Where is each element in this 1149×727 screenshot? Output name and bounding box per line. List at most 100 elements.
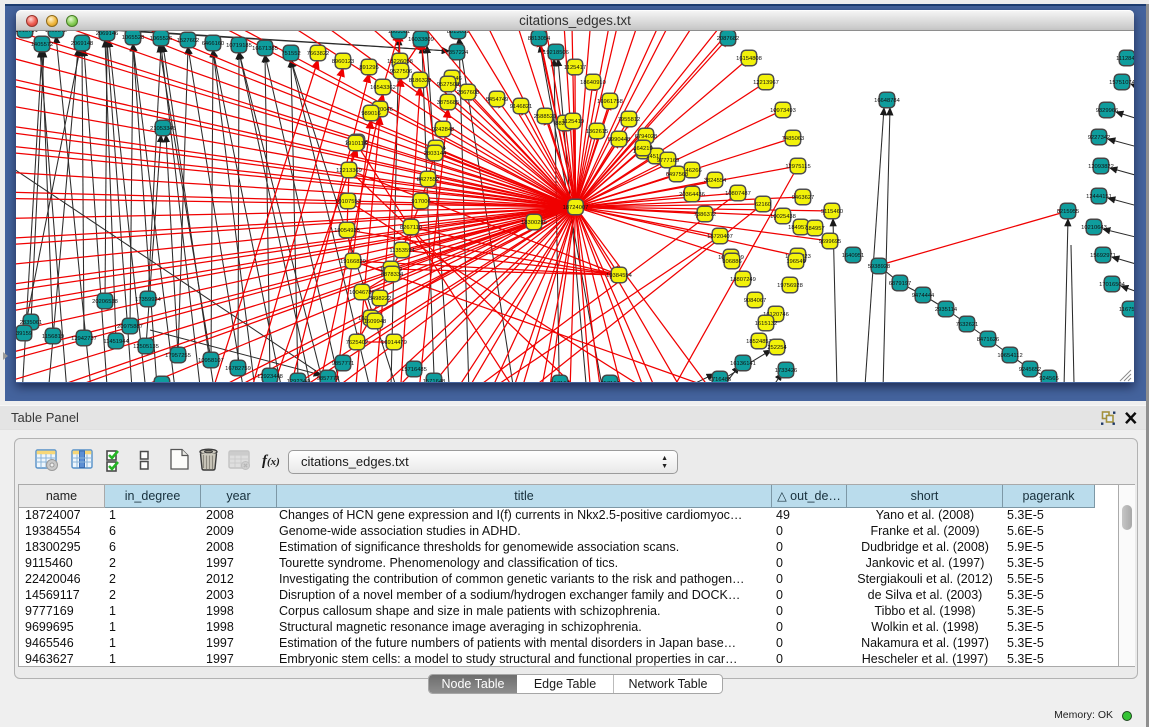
svg-text:9857772: 9857772 — [317, 376, 340, 382]
svg-text:11353594: 11353594 — [389, 248, 415, 254]
svg-text:20975887: 20975887 — [117, 324, 143, 330]
svg-text:9084067: 9084067 — [744, 298, 767, 304]
svg-text:15751074: 15751074 — [1109, 80, 1134, 86]
svg-text:16782759: 16782759 — [225, 366, 251, 372]
svg-text:10210643: 10210643 — [1081, 225, 1107, 231]
svg-text:17957255: 17957255 — [165, 353, 191, 359]
svg-text:1112845: 1112845 — [1116, 56, 1134, 62]
svg-text:10654112: 10654112 — [997, 353, 1022, 359]
svg-text:2087682: 2087682 — [717, 36, 740, 42]
svg-text:9245652: 9245652 — [1019, 367, 1042, 373]
svg-text:2588520: 2588520 — [534, 114, 557, 120]
svg-text:8215955: 8215955 — [1057, 209, 1080, 215]
svg-text:8427552: 8427552 — [417, 177, 440, 183]
svg-text:3824554: 3824554 — [704, 178, 727, 184]
svg-text:184957: 184957 — [805, 226, 824, 232]
svg-text:924565: 924565 — [1039, 376, 1058, 382]
svg-text:12093822: 12093822 — [1088, 164, 1114, 170]
svg-text:12213967: 12213967 — [753, 80, 779, 86]
svg-text:17016504: 17016504 — [1099, 282, 1126, 288]
svg-text:16154808: 16154808 — [736, 56, 762, 62]
svg-text:8454749: 8454749 — [486, 97, 509, 103]
svg-text:16033809: 16033809 — [408, 37, 434, 43]
svg-text:257164: 257164 — [600, 381, 620, 382]
svg-text:164219: 164219 — [633, 146, 652, 152]
svg-text:2069146: 2069146 — [96, 31, 119, 37]
svg-text:9857771: 9857771 — [332, 361, 355, 367]
svg-text:1605572: 1605572 — [45, 31, 68, 34]
svg-text:7357224: 7357224 — [446, 50, 469, 56]
svg-text:9699695: 9699695 — [819, 239, 842, 245]
svg-text:1362615: 1362615 — [586, 129, 609, 135]
svg-text:18807249: 18807249 — [730, 277, 756, 283]
svg-text:9777169: 9777169 — [657, 158, 680, 164]
svg-text:15692971: 15692971 — [1090, 253, 1116, 259]
svg-text:1156819: 1156819 — [42, 334, 64, 340]
svg-text:917006: 917006 — [411, 199, 430, 205]
svg-text:39159: 39159 — [16, 331, 32, 337]
svg-text:20206538: 20206538 — [92, 299, 118, 305]
svg-text:12942737: 12942737 — [71, 336, 97, 342]
svg-text:8960123: 8960123 — [332, 59, 355, 65]
svg-text:10107553: 10107553 — [335, 199, 361, 205]
svg-text:196549: 196549 — [786, 259, 805, 265]
svg-text:19384554: 19384554 — [606, 273, 633, 279]
svg-text:1167533: 1167533 — [1119, 307, 1134, 313]
svg-text:18724007: 18724007 — [563, 205, 589, 211]
svg-text:16914479: 16914479 — [381, 340, 407, 346]
svg-text:(x): (x) — [267, 456, 280, 468]
svg-text:10025438: 10025438 — [770, 214, 796, 220]
svg-text:9527508: 9527508 — [437, 82, 460, 88]
svg-text:16961758: 16961758 — [597, 99, 623, 105]
svg-text:1571648: 1571648 — [423, 379, 446, 382]
svg-text:2867608: 2867608 — [457, 90, 480, 96]
svg-text:10807487: 10807487 — [725, 191, 751, 197]
svg-text:1125419: 1125419 — [562, 119, 584, 125]
svg-text:989016: 989016 — [361, 111, 380, 117]
svg-text:10958107: 10958107 — [198, 358, 224, 364]
svg-text:7386372: 7386372 — [694, 212, 717, 218]
svg-text:19756928: 19756928 — [777, 283, 803, 289]
svg-text:9242848: 9242848 — [432, 127, 455, 133]
svg-text:19218506: 19218506 — [543, 50, 569, 56]
svg-text:8813051: 8813051 — [447, 31, 470, 35]
svg-text:9329966: 9329966 — [1096, 108, 1119, 114]
svg-text:16648784: 16648784 — [874, 98, 901, 104]
svg-text:1615132: 1615132 — [755, 321, 778, 327]
svg-text:7632621: 7632621 — [956, 322, 979, 328]
svg-text:157164: 157164 — [550, 381, 570, 382]
svg-text:6879197: 6879197 — [889, 281, 912, 287]
svg-text:1716485: 1716485 — [709, 377, 732, 382]
svg-text:8813054: 8813054 — [528, 36, 551, 42]
svg-text:6794028: 6794028 — [635, 134, 658, 140]
svg-text:6497568: 6497568 — [666, 172, 689, 178]
svg-text:9474444: 9474444 — [912, 293, 935, 299]
svg-text:12444151: 12444151 — [1086, 194, 1112, 200]
svg-text:8267110: 8267110 — [400, 225, 422, 231]
svg-text:20518731: 20518731 — [16, 31, 38, 34]
svg-text:9463627: 9463627 — [792, 195, 815, 201]
svg-text:3498222: 3498222 — [369, 296, 392, 302]
svg-text:15716485: 15716485 — [401, 367, 427, 373]
svg-text:3875685: 3875685 — [437, 100, 460, 106]
svg-text:62160: 62160 — [755, 202, 771, 208]
svg-text:1640951: 1640951 — [842, 253, 865, 259]
svg-text:7625402: 7625402 — [346, 340, 369, 346]
svg-text:12213369: 12213369 — [336, 168, 362, 174]
svg-text:20364436: 20364436 — [679, 192, 705, 198]
svg-text:9146821: 9146821 — [510, 104, 533, 110]
svg-text:8186328: 8186328 — [409, 78, 432, 84]
svg-text:1065526: 1065526 — [150, 36, 173, 42]
svg-text:252254: 252254 — [767, 345, 787, 351]
svg-text:1603381: 1603381 — [388, 31, 411, 35]
svg-text:7663822: 7663822 — [307, 51, 330, 57]
svg-text:1065528: 1065528 — [122, 35, 145, 41]
svg-text:16136141: 16136141 — [730, 361, 756, 367]
svg-text:1910116: 1910116 — [345, 141, 367, 147]
svg-text:12923448: 12923448 — [257, 374, 283, 380]
svg-text:9115460: 9115460 — [821, 209, 843, 215]
svg-text:12975115: 12975115 — [785, 164, 810, 170]
svg-text:7955812: 7955812 — [618, 117, 641, 123]
svg-text:1405572: 1405572 — [31, 42, 54, 48]
svg-text:10719185: 10719185 — [226, 43, 252, 49]
